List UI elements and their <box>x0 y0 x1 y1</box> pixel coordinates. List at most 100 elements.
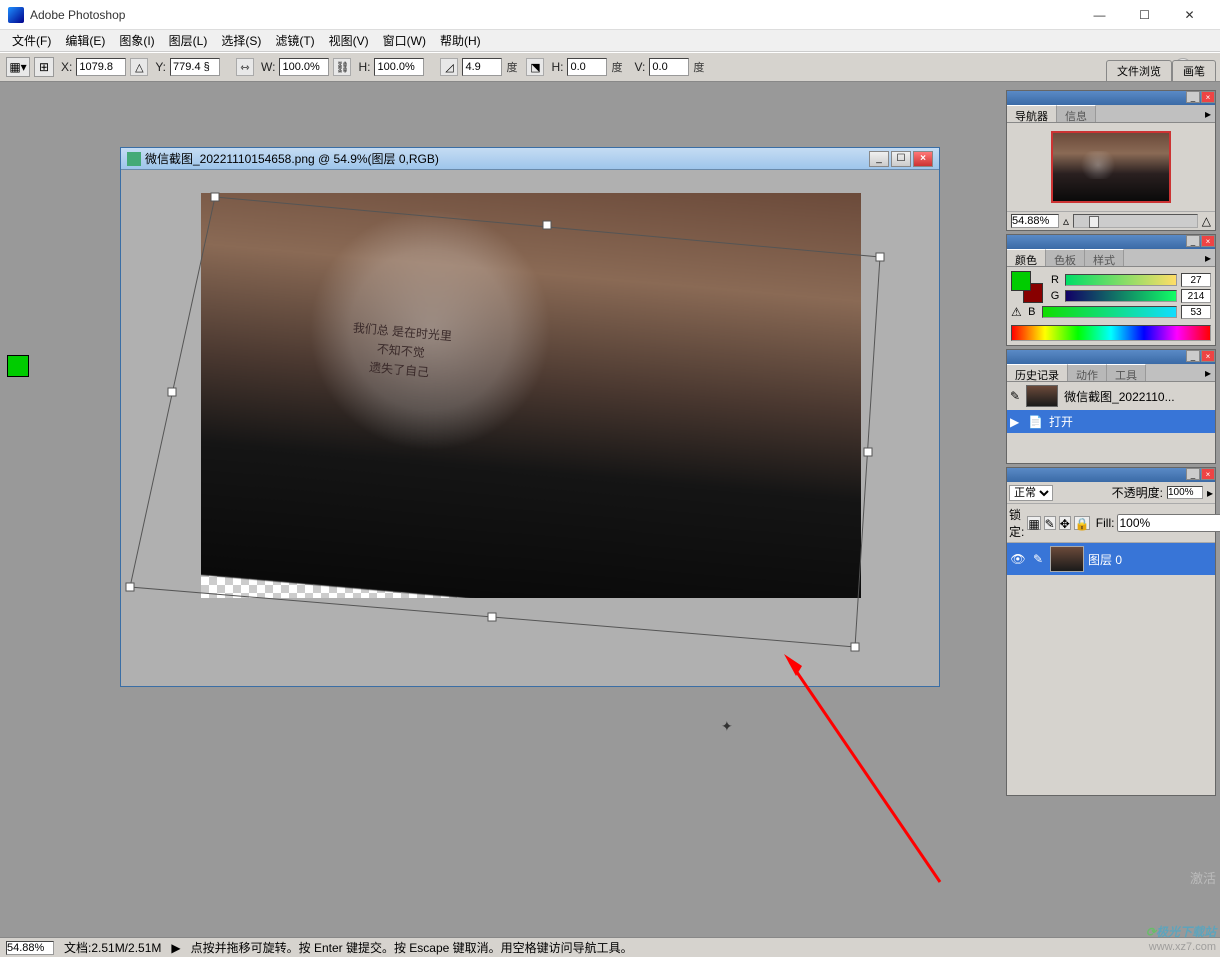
status-arrow-icon[interactable]: ▶ <box>171 941 180 955</box>
doc-close-button[interactable]: × <box>913 151 933 167</box>
h-input[interactable] <box>374 58 424 76</box>
r-input[interactable] <box>1181 273 1211 287</box>
maximize-button[interactable]: ☐ <box>1122 1 1167 29</box>
layer-thumbnail[interactable] <box>1050 546 1084 572</box>
visibility-icon[interactable]: 👁 <box>1010 552 1026 566</box>
menu-image[interactable]: 图象(I) <box>113 30 160 51</box>
panel-min-button[interactable]: _ <box>1186 350 1200 362</box>
transform-pivot-icon[interactable]: ✦ <box>721 718 733 735</box>
doc-minimize-button[interactable]: _ <box>869 151 889 167</box>
g-slider[interactable] <box>1065 290 1177 302</box>
tab-navigator[interactable]: 导航器 <box>1007 105 1057 122</box>
color-panel: _× 颜色 色板 样式 ▸ R G ⚠B <box>1006 234 1216 346</box>
angle-input[interactable] <box>462 58 502 76</box>
chain-icon[interactable]: ⛓ <box>333 58 351 76</box>
photo-content <box>201 193 861 598</box>
nav-zoom-slider[interactable] <box>1073 214 1198 228</box>
tool-preset-picker[interactable]: ▦▾ <box>6 57 30 77</box>
menu-layer[interactable]: 图层(L) <box>163 30 214 51</box>
angle-unit: 度 <box>506 59 517 75</box>
canvas[interactable]: 我们总 是在时光里 不知不觉 遗失了自己 <box>201 193 861 598</box>
panel-close-button[interactable]: × <box>1201 468 1215 480</box>
x-input[interactable] <box>76 58 126 76</box>
layer-row[interactable]: 👁 ✎ 图层 0 <box>1007 543 1215 575</box>
tab-styles[interactable]: 样式 <box>1085 249 1124 266</box>
layer-name[interactable]: 图层 0 <box>1088 551 1122 568</box>
site-watermark: ⟳极光下载站 www.xz7.com <box>1146 920 1216 953</box>
zoom-out-icon[interactable]: ▵ <box>1063 214 1069 228</box>
skew-v-input[interactable] <box>649 58 689 76</box>
b-input[interactable] <box>1181 305 1211 319</box>
fill-input[interactable] <box>1117 514 1220 532</box>
menu-select[interactable]: 选择(S) <box>215 30 267 51</box>
tab-color[interactable]: 颜色 <box>1007 249 1046 266</box>
menu-file[interactable]: 文件(F) <box>6 30 57 51</box>
open-icon: 📄 <box>1028 415 1043 429</box>
menu-window[interactable]: 窗口(W) <box>377 30 432 51</box>
history-marker-icon: ▶ <box>1010 415 1022 429</box>
panel-close-button[interactable]: × <box>1201 235 1215 247</box>
b-slider[interactable] <box>1042 306 1177 318</box>
tab-info[interactable]: 信息 <box>1057 105 1096 122</box>
reference-point-grid[interactable]: ⊞ <box>34 57 54 77</box>
document-titlebar[interactable]: 微信截图_20221110154658.png @ 54.9%(图层 0,RGB… <box>121 148 939 170</box>
tab-file-browser[interactable]: 文件浏览 <box>1106 60 1172 81</box>
lock-paint-icon[interactable]: ✎ <box>1044 516 1056 530</box>
status-docinfo[interactable]: 文档:2.51M/2.51M <box>64 939 161 956</box>
panel-close-button[interactable]: × <box>1201 91 1215 103</box>
panel-menu-icon[interactable]: ▸ <box>1201 364 1215 381</box>
app-icon <box>8 7 24 23</box>
layers-empty-area <box>1007 575 1215 795</box>
y-input[interactable] <box>170 58 220 76</box>
color-spectrum[interactable] <box>1011 325 1211 341</box>
opacity-arrow-icon[interactable]: ▸ <box>1207 486 1213 500</box>
tab-brushes[interactable]: 画笔 <box>1172 60 1216 81</box>
opacity-input[interactable] <box>1167 486 1203 499</box>
link-icon[interactable]: ✎ <box>1030 552 1046 566</box>
doc-maximize-button[interactable]: ☐ <box>891 151 911 167</box>
minimize-button[interactable]: — <box>1077 1 1122 29</box>
window-title: Adobe Photoshop <box>30 8 1077 22</box>
lock-trans-icon[interactable]: ▦ <box>1027 516 1040 530</box>
foreground-color[interactable] <box>7 355 29 377</box>
status-zoom-input[interactable] <box>6 941 54 955</box>
lock-move-icon[interactable]: ✥ <box>1059 516 1071 530</box>
panel-menu-icon[interactable]: ▸ <box>1201 105 1215 122</box>
menu-edit[interactable]: 编辑(E) <box>59 30 111 51</box>
lock-all-icon[interactable]: 🔒 <box>1074 516 1090 530</box>
link-wh-icon[interactable]: ⇿ <box>236 58 254 76</box>
panel-min-button[interactable]: _ <box>1186 235 1200 247</box>
history-action: 打开 <box>1049 413 1073 430</box>
nav-zoom-input[interactable] <box>1011 214 1059 228</box>
delta-icon[interactable]: △ <box>130 58 148 76</box>
zoom-in-icon[interactable]: △ <box>1202 214 1211 228</box>
menu-help[interactable]: 帮助(H) <box>434 30 487 51</box>
navigator-thumbnail[interactable] <box>1051 131 1171 203</box>
tab-actions[interactable]: 动作 <box>1068 364 1107 381</box>
x-label: X: <box>61 60 72 74</box>
fg-swatch[interactable] <box>1011 271 1031 291</box>
navigator-panel: _× 导航器 信息 ▸ ▵ △ <box>1006 90 1216 231</box>
tab-tools[interactable]: 工具 <box>1107 364 1146 381</box>
history-state-row[interactable]: ▶ 📄 打开 <box>1007 410 1215 433</box>
blend-mode-select[interactable]: 正常 <box>1009 485 1053 501</box>
gamut-warning-icon[interactable]: ⚠ <box>1011 305 1022 319</box>
panel-min-button[interactable]: _ <box>1186 468 1200 480</box>
h-label: H: <box>358 60 370 74</box>
r-slider[interactable] <box>1065 274 1177 286</box>
close-button[interactable]: ✕ <box>1167 1 1212 29</box>
menu-filter[interactable]: 滤镜(T) <box>269 30 320 51</box>
panel-menu-icon[interactable]: ▸ <box>1201 249 1215 266</box>
history-snapshot-row[interactable]: ✎ 微信截图_2022110... <box>1007 382 1215 410</box>
brush-source-icon[interactable]: ✎ <box>1010 389 1020 403</box>
menu-view[interactable]: 视图(V) <box>323 30 375 51</box>
tab-history[interactable]: 历史记录 <box>1007 364 1068 381</box>
g-input[interactable] <box>1181 289 1211 303</box>
status-bar: 文档:2.51M/2.51M ▶ 点按并拖移可旋转。按 Enter 键提交。按 … <box>0 937 1220 957</box>
w-input[interactable] <box>279 58 329 76</box>
workspace: 微信截图_20221110154658.png @ 54.9%(图层 0,RGB… <box>0 82 996 927</box>
panel-close-button[interactable]: × <box>1201 350 1215 362</box>
tab-swatches[interactable]: 色板 <box>1046 249 1085 266</box>
skew-h-input[interactable] <box>567 58 607 76</box>
panel-min-button[interactable]: _ <box>1186 91 1200 103</box>
